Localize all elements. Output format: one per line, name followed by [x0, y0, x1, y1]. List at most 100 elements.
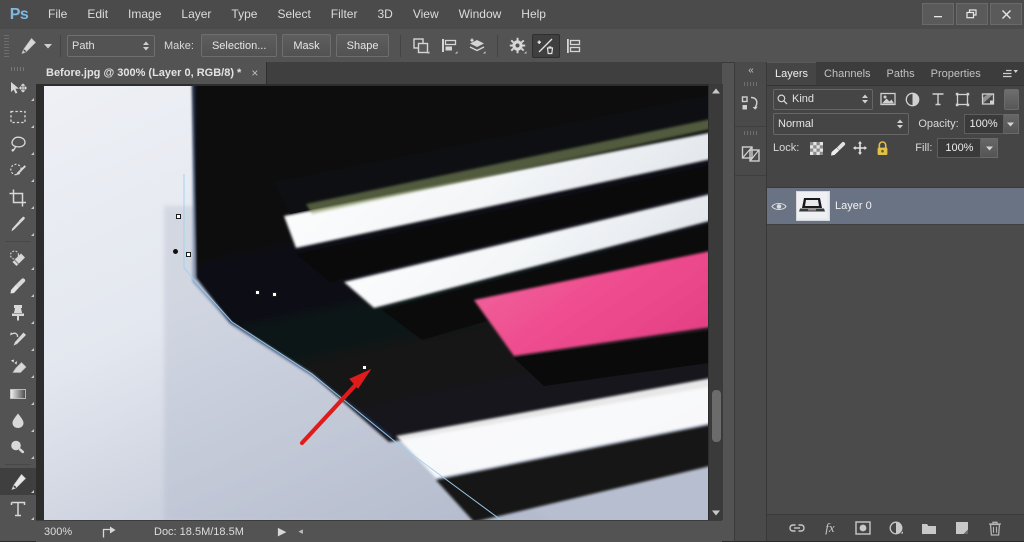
clone-stamp-tool[interactable]: [0, 299, 36, 326]
menu-image[interactable]: Image: [118, 0, 171, 29]
layer-style-fx-icon[interactable]: fx: [821, 519, 839, 537]
zoom-level[interactable]: 300%: [36, 526, 102, 538]
make-shape-button[interactable]: Shape: [335, 34, 390, 57]
geometry-options-gear-icon[interactable]: [504, 34, 532, 58]
canvas-area[interactable]: [36, 84, 722, 520]
move-tool[interactable]: [0, 76, 36, 103]
filter-enable-toggle[interactable]: [1003, 88, 1019, 110]
filter-type-layers-icon[interactable]: [927, 89, 948, 109]
layer-row[interactable]: Layer 0: [767, 188, 1024, 225]
share-icon[interactable]: [102, 525, 118, 539]
path-anchor-point[interactable]: [362, 365, 367, 370]
tab-properties[interactable]: Properties: [923, 62, 989, 85]
rectangular-marquee-tool[interactable]: [0, 103, 36, 130]
pen-tool-icon[interactable]: [14, 34, 42, 58]
menu-layer[interactable]: Layer: [171, 0, 221, 29]
adjustments-panel-button[interactable]: [735, 127, 767, 176]
menu-select[interactable]: Select: [267, 0, 320, 29]
layer-thumbnail-cell[interactable]: [791, 191, 835, 221]
align-edges-icon[interactable]: [560, 34, 588, 58]
canvas-vertical-scrollbar[interactable]: [708, 84, 723, 520]
path-anchor-point[interactable]: [272, 292, 277, 297]
status-play-icon[interactable]: ▶: [278, 525, 286, 538]
path-anchor-point[interactable]: [186, 252, 191, 257]
menu-type[interactable]: Type: [221, 0, 267, 29]
adjustments-panel-grip[interactable]: [735, 127, 767, 139]
status-left-icon[interactable]: ◂: [298, 526, 303, 537]
spot-healing-brush-tool[interactable]: [0, 245, 36, 272]
quick-selection-tool[interactable]: [0, 157, 36, 184]
document-tab[interactable]: Before.jpg @ 300% (Layer 0, RGB/8) * ×: [36, 62, 268, 84]
menu-window[interactable]: Window: [449, 0, 512, 29]
path-anchor-point[interactable]: [176, 214, 181, 219]
layer-name[interactable]: Layer 0: [835, 200, 872, 212]
new-adjustment-layer-icon[interactable]: [887, 519, 905, 537]
lock-image-pixels-icon[interactable]: [827, 138, 849, 158]
blur-tool[interactable]: [0, 407, 36, 434]
filter-shape-layers-icon[interactable]: [952, 89, 973, 109]
menu-filter[interactable]: Filter: [321, 0, 368, 29]
dodge-tool[interactable]: [0, 434, 36, 461]
path-anchor-point[interactable]: [255, 290, 260, 295]
brush-tool[interactable]: [0, 272, 36, 299]
path-alignment-icon[interactable]: [435, 34, 463, 58]
lasso-tool[interactable]: [0, 130, 36, 157]
tab-layers[interactable]: Layers: [767, 62, 817, 85]
opacity-value[interactable]: 100%: [963, 114, 1004, 134]
type-tool[interactable]: [0, 495, 36, 522]
layers-list[interactable]: Layer 0: [767, 188, 1024, 514]
menu-view[interactable]: View: [403, 0, 449, 29]
new-layer-icon[interactable]: [953, 519, 971, 537]
menu-3d[interactable]: 3D: [367, 0, 402, 29]
history-panel-button[interactable]: [735, 78, 767, 127]
menu-file[interactable]: File: [38, 0, 77, 29]
layer-visibility-toggle[interactable]: [767, 201, 791, 212]
pen-tool[interactable]: [0, 468, 36, 495]
menu-edit[interactable]: Edit: [77, 0, 118, 29]
make-mask-button[interactable]: Mask: [282, 34, 331, 57]
tab-paths[interactable]: Paths: [879, 62, 923, 85]
gradient-tool[interactable]: [0, 380, 36, 407]
delete-layer-icon[interactable]: [986, 519, 1004, 537]
opacity-slider-chevron-down-icon[interactable]: [1003, 114, 1019, 134]
restore-button[interactable]: [956, 3, 988, 25]
blend-mode-select[interactable]: Normal: [773, 113, 910, 135]
tool-preset-chevron-down-icon[interactable]: [42, 43, 54, 49]
document-image[interactable]: [44, 86, 714, 520]
canvas-scrollbar-thumb[interactable]: [712, 390, 721, 442]
minimize-button[interactable]: [922, 3, 954, 25]
close-icon[interactable]: ×: [251, 66, 258, 80]
auto-add-delete-anchor-icon[interactable]: [532, 33, 561, 58]
scroll-down-icon[interactable]: [709, 506, 723, 520]
tools-panel-grip[interactable]: [0, 62, 36, 76]
history-panel-grip[interactable]: [735, 78, 767, 90]
make-selection-button[interactable]: Selection...: [200, 34, 278, 57]
path-arrangement-icon[interactable]: [463, 34, 491, 58]
filter-adjustment-layers-icon[interactable]: [902, 89, 923, 109]
layer-filter-kind-select[interactable]: Kind: [773, 88, 874, 110]
eraser-tool[interactable]: [0, 353, 36, 380]
filter-pixel-layers-icon[interactable]: [877, 89, 898, 109]
filter-smart-object-icon[interactable]: [977, 89, 998, 109]
eyedropper-tool[interactable]: [0, 211, 36, 238]
new-group-icon[interactable]: [920, 519, 938, 537]
close-button[interactable]: [990, 3, 1022, 25]
add-layer-mask-icon[interactable]: [854, 519, 872, 537]
options-bar-grip[interactable]: [4, 34, 9, 57]
tab-channels[interactable]: Channels: [816, 62, 878, 85]
path-operations-icon[interactable]: [407, 34, 435, 58]
menu-help[interactable]: Help: [511, 0, 556, 29]
history-brush-tool[interactable]: [0, 326, 36, 353]
pen-mode-select[interactable]: Path: [67, 34, 155, 57]
path-anchor-point-selected[interactable]: [173, 249, 178, 254]
lock-all-icon[interactable]: [871, 138, 893, 158]
link-layers-icon[interactable]: [788, 519, 806, 537]
fill-value[interactable]: 100%: [937, 138, 982, 158]
fill-slider-chevron-down-icon[interactable]: [981, 138, 999, 158]
lock-transparent-pixels-icon[interactable]: [805, 138, 827, 158]
expand-panels-chevron-icon[interactable]: «: [735, 62, 767, 78]
crop-tool[interactable]: [0, 184, 36, 211]
scroll-up-icon[interactable]: [709, 84, 723, 98]
panel-menu-icon[interactable]: [1003, 62, 1024, 85]
lock-position-icon[interactable]: [849, 138, 871, 158]
